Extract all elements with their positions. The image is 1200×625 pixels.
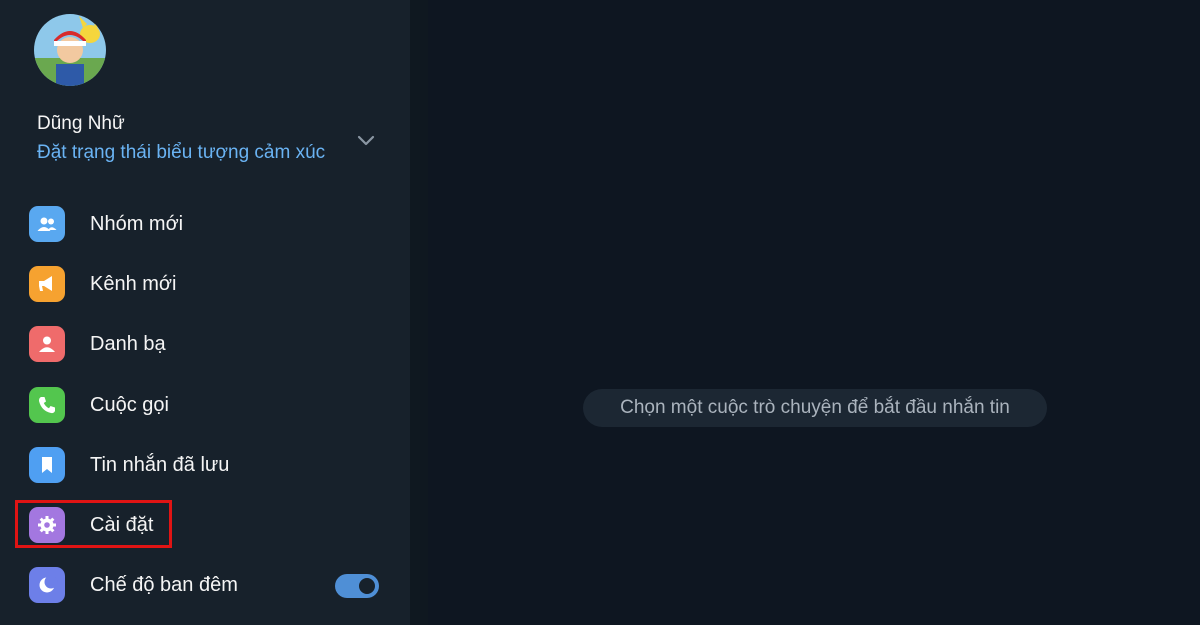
menu-label: Danh bạ (90, 333, 166, 355)
menu-item-contacts[interactable]: Danh bạ (0, 314, 410, 374)
bookmark-icon (29, 447, 65, 483)
chat-area (428, 0, 1200, 625)
chevron-down-icon[interactable] (355, 130, 377, 152)
settings-highlight-box (15, 500, 172, 548)
menu-label: Cuộc gọi (90, 394, 169, 416)
group-icon (29, 206, 65, 242)
empty-chat-message: Chọn một cuộc trò chuyện để bắt đầu nhắn… (583, 389, 1047, 427)
megaphone-icon (29, 266, 65, 302)
menu-item-calls[interactable]: Cuộc gọi (0, 375, 410, 435)
contact-icon (29, 326, 65, 362)
avatar[interactable] (34, 14, 106, 86)
menu-label: Chế độ ban đêm (90, 574, 238, 596)
night-mode-toggle[interactable] (335, 574, 379, 598)
menu-label: Tin nhắn đã lưu (90, 454, 230, 476)
menu-label: Kênh mới (90, 273, 177, 295)
menu-item-new-group[interactable]: Nhóm mới (0, 194, 410, 254)
toggle-knob (357, 576, 377, 596)
menu-item-new-channel[interactable]: Kênh mới (0, 254, 410, 314)
menu-label: Nhóm mới (90, 213, 184, 235)
profile-name: Dũng Nhữ (37, 113, 125, 134)
chat-list-edge (410, 0, 428, 625)
moon-icon (29, 567, 65, 603)
sidebar: Dũng Nhữ Đặt trạng thái biểu tượng cảm x… (0, 0, 410, 625)
emoji-status-link[interactable]: Đặt trạng thái biểu tượng cảm xúc (37, 142, 325, 164)
phone-icon (29, 387, 65, 423)
menu-item-saved-messages[interactable]: Tin nhắn đã lưu (0, 435, 410, 495)
